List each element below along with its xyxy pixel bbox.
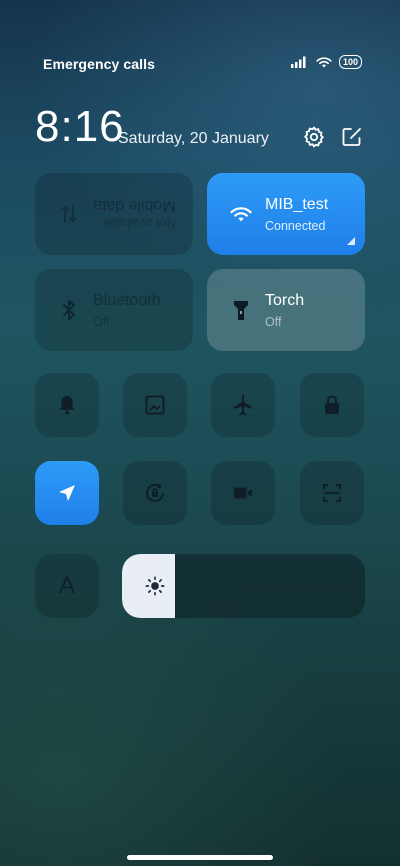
brightness-fill bbox=[122, 554, 175, 618]
wifi-icon bbox=[230, 207, 252, 222]
airplane-icon bbox=[234, 395, 252, 416]
settings-button[interactable] bbox=[302, 125, 326, 149]
scan-icon bbox=[323, 484, 341, 502]
wifi-status-icon bbox=[316, 57, 332, 68]
mobile-data-text: Not available Mobile data bbox=[93, 195, 176, 234]
status-carrier-text: Emergency calls bbox=[43, 56, 156, 72]
wifi-tile[interactable]: MIB_test Connected bbox=[207, 173, 365, 255]
wifi-subtitle: Connected bbox=[265, 218, 326, 233]
expand-corner-icon bbox=[347, 237, 355, 245]
bluetooth-tile[interactable]: Bluetooth Off bbox=[35, 269, 193, 351]
screenshot-icon bbox=[145, 395, 165, 415]
battery-icon: 100 bbox=[338, 55, 362, 69]
clock-date: Saturday, 20 January bbox=[118, 130, 269, 147]
home-indicator[interactable] bbox=[127, 855, 273, 860]
torch-text: Torch Off bbox=[265, 291, 304, 330]
rotation-lock-icon bbox=[146, 483, 164, 502]
torch-tile[interactable]: Torch Off bbox=[207, 269, 365, 351]
wifi-text: MIB_test Connected bbox=[265, 195, 328, 234]
data-arrows-icon bbox=[61, 205, 77, 223]
torch-subtitle: Off bbox=[265, 314, 282, 329]
toggle-airplane[interactable] bbox=[211, 373, 275, 437]
status-icons: 100 bbox=[290, 55, 362, 69]
torch-title: Torch bbox=[265, 291, 305, 309]
toggle-mute[interactable] bbox=[35, 373, 99, 437]
bluetooth-subtitle: Off bbox=[93, 314, 110, 329]
bluetooth-icon bbox=[63, 300, 75, 320]
edit-button[interactable] bbox=[340, 125, 364, 149]
mobile-data-title: Mobile data bbox=[93, 196, 176, 214]
lock-icon bbox=[325, 395, 339, 414]
clock-time: 8:16 bbox=[35, 102, 125, 151]
location-icon bbox=[59, 485, 75, 501]
flashlight-icon bbox=[234, 301, 248, 320]
gear-icon bbox=[304, 126, 324, 148]
signal-icon bbox=[290, 56, 306, 68]
video-camera-icon bbox=[234, 487, 252, 499]
toggle-screenshot[interactable] bbox=[123, 373, 187, 437]
bluetooth-text: Bluetooth Off bbox=[93, 291, 161, 330]
wifi-title: MIB_test bbox=[265, 195, 329, 213]
sun-icon bbox=[145, 576, 165, 596]
toggle-location[interactable] bbox=[35, 461, 99, 525]
mobile-data-subtitle: Not available bbox=[103, 215, 176, 230]
toggle-lock[interactable] bbox=[300, 373, 364, 437]
font-size-label: A bbox=[58, 572, 75, 599]
font-size-button[interactable]: A bbox=[35, 554, 99, 618]
brightness-slider[interactable] bbox=[122, 554, 365, 618]
mobile-data-tile[interactable]: Not available Mobile data bbox=[35, 173, 193, 255]
toggle-scanner[interactable] bbox=[300, 461, 364, 525]
toggle-screen-record[interactable] bbox=[211, 461, 275, 525]
bluetooth-title: Bluetooth bbox=[93, 291, 161, 309]
edit-icon bbox=[342, 128, 361, 146]
bell-icon bbox=[59, 396, 75, 415]
toggle-rotation-lock[interactable] bbox=[123, 461, 187, 525]
